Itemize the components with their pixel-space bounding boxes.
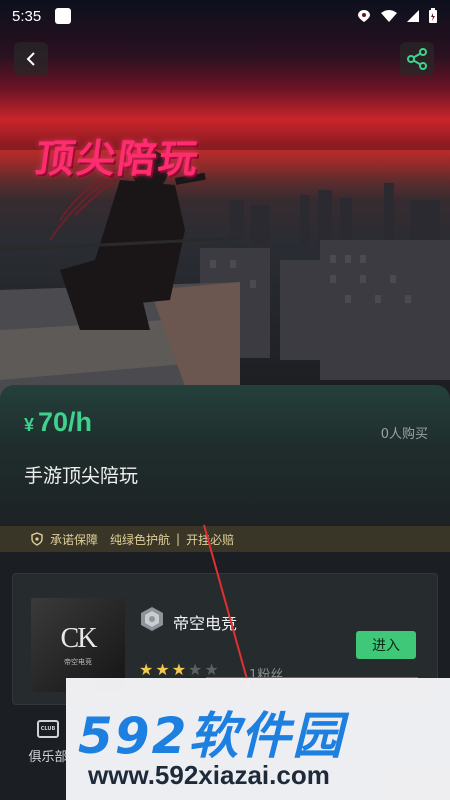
rating-stars: ★ ★ ★ ★ ★ (139, 662, 219, 678)
notification-icon (55, 8, 72, 24)
enter-button[interactable]: 进入 (356, 631, 416, 659)
watermark-overlay: 592软件园 www.592xiazai.com (66, 678, 450, 800)
product-title: 手游顶尖陪玩 (24, 465, 139, 487)
status-bar: 5:35 (0, 0, 450, 32)
guarantee-item: 开挂必赔 (186, 532, 235, 547)
star-filled-icon: ★ (139, 660, 154, 679)
club-tab-label: 俱乐部 (28, 750, 68, 765)
location-icon (358, 10, 370, 22)
back-button[interactable] (14, 42, 48, 76)
hero-title: 顶尖陪玩 (32, 138, 203, 181)
club-logo-text: CK (60, 623, 98, 654)
share-icon (407, 48, 427, 70)
watermark-url: www.592xiazai.com (88, 760, 330, 790)
club-name: 帝空电竞 (173, 614, 238, 633)
status-icons (356, 8, 438, 24)
wifi-icon (381, 10, 397, 22)
divider: | (176, 532, 181, 546)
guarantee-item: 纯绿色护航 (110, 532, 171, 547)
currency-symbol: ¥ (24, 415, 35, 435)
price-value: 70/h (38, 407, 93, 437)
guarantee-item: 承诺保障 (50, 532, 99, 547)
star-filled-icon: ★ (171, 660, 187, 679)
club-logo-subtext: 帝空电竞 (64, 658, 92, 666)
chevron-left-icon (26, 52, 35, 66)
star-empty-icon: ★ (188, 660, 203, 679)
share-button[interactable] (400, 42, 434, 76)
buyer-count: 0人购买 (380, 427, 428, 442)
star-filled-icon: ★ (155, 660, 170, 679)
price: ¥70/h (24, 407, 92, 438)
status-time: 5:35 (12, 7, 42, 25)
guarantee-bar: 承诺保障 纯绿色护航 | 开挂必赔 (0, 526, 450, 552)
battery-icon (429, 8, 437, 23)
city-skyline-image (0, 150, 450, 400)
club-badge-icon (141, 607, 163, 631)
shield-icon (31, 532, 43, 546)
signal-icon (407, 10, 419, 22)
watermark-logo: 592软件园 (78, 707, 345, 765)
club-icon: CLUB (37, 720, 59, 738)
hero-banner: 顶尖陪玩 (0, 0, 450, 400)
star-empty-icon: ★ (204, 660, 219, 679)
product-info-card: ¥70/h 0人购买 手游顶尖陪玩 (0, 385, 450, 525)
